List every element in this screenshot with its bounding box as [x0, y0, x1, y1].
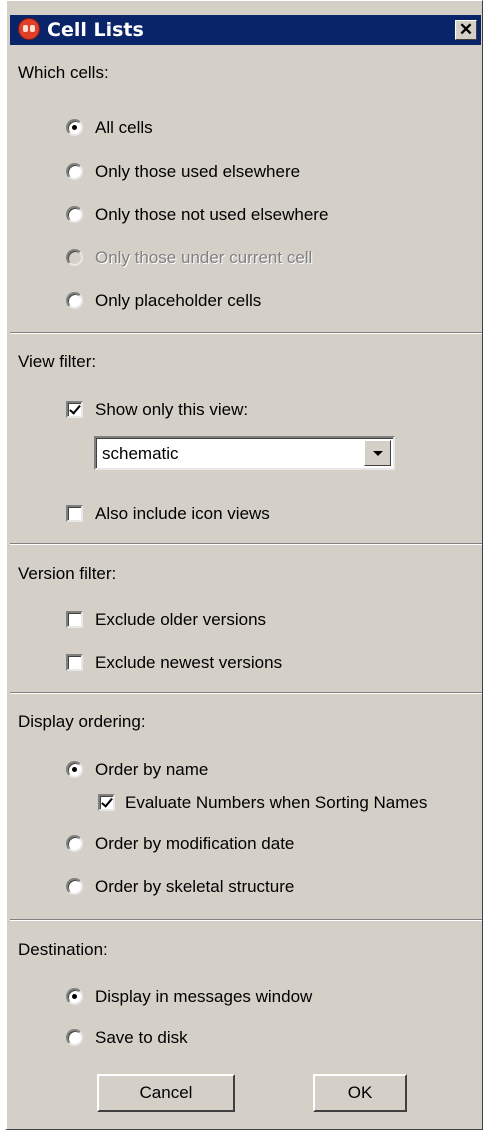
version-filter-label: Version filter:	[18, 564, 117, 583]
radio-indicator[interactable]	[66, 163, 83, 180]
radio-label: Order by modification date	[95, 834, 295, 853]
cell-lists-dialog: Cell Lists ✕ Which cells: All cells Only…	[5, 0, 483, 1130]
checkbox-label: Evaluate Numbers when Sorting Names	[125, 793, 428, 812]
display-ordering-label: Display ordering:	[18, 712, 146, 731]
checkbox-label: Also include icon views	[95, 504, 270, 523]
view-filter-label: View filter:	[18, 352, 97, 371]
window-title: Cell Lists	[47, 19, 144, 41]
ok-button[interactable]: OK	[313, 1074, 407, 1112]
divider	[10, 692, 482, 694]
app-icon	[18, 18, 40, 40]
radio-label: Only those under current cell	[95, 248, 313, 267]
radio-label: Only those not used elsewhere	[95, 205, 329, 224]
radio-label: Order by skeletal structure	[95, 877, 295, 896]
divider	[10, 919, 482, 921]
radio-label: All cells	[95, 118, 153, 137]
radio-label: Only those used elsewhere	[95, 162, 301, 181]
radio-label: Save to disk	[95, 1028, 188, 1047]
divider	[10, 332, 482, 334]
radio-indicator[interactable]	[66, 206, 83, 223]
radio-indicator[interactable]	[66, 988, 83, 1005]
view-select-value: schematic	[102, 444, 179, 463]
close-icon: ✕	[458, 20, 474, 39]
checkbox-indicator[interactable]	[66, 505, 83, 522]
radio-indicator[interactable]	[66, 878, 83, 895]
radio-indicator[interactable]	[66, 292, 83, 309]
which-cells-label: Which cells:	[18, 63, 109, 82]
radio-label: Display in messages window	[95, 987, 313, 1006]
radio-indicator[interactable]	[66, 119, 83, 136]
checkbox-indicator[interactable]	[66, 654, 83, 671]
close-button[interactable]: ✕	[455, 20, 477, 40]
destination-label: Destination:	[18, 940, 108, 959]
radio-label: Order by name	[95, 760, 209, 779]
checkbox-indicator[interactable]	[66, 611, 83, 628]
cancel-button[interactable]: Cancel	[97, 1074, 235, 1112]
checkbox-label: Exclude older versions	[95, 610, 267, 629]
view-select[interactable]: schematic	[94, 436, 395, 470]
radio-indicator[interactable]	[66, 761, 83, 778]
radio-indicator[interactable]	[66, 835, 83, 852]
checkbox-indicator[interactable]	[98, 794, 115, 811]
radio-label: Only placeholder cells	[95, 291, 262, 310]
divider	[10, 543, 482, 545]
radio-indicator[interactable]	[66, 1029, 83, 1046]
title-bar[interactable]: Cell Lists ✕	[10, 15, 481, 45]
checkbox-indicator[interactable]	[66, 401, 83, 418]
radio-indicator	[66, 249, 83, 266]
chevron-down-icon[interactable]	[364, 440, 391, 466]
checkbox-label: Show only this view:	[95, 400, 249, 419]
checkbox-label: Exclude newest versions	[95, 653, 283, 672]
